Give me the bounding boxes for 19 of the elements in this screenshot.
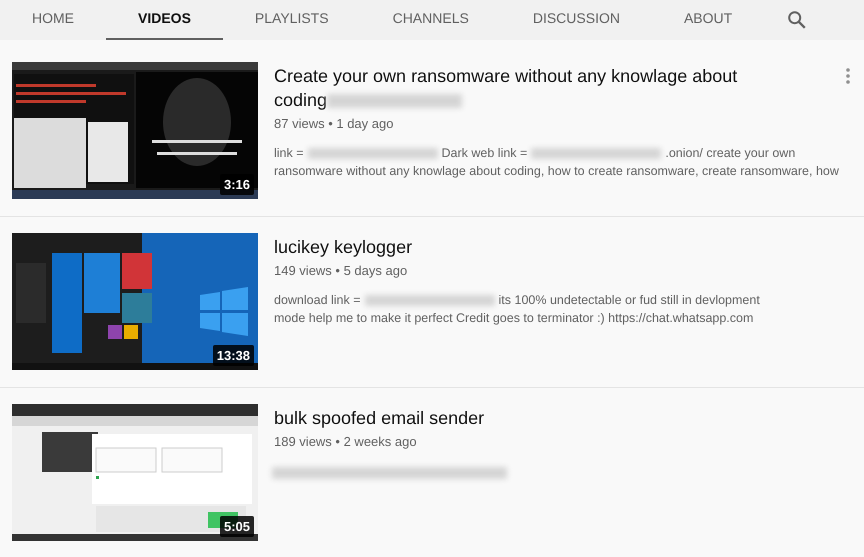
tab[interactable]: ABOUT [652,0,764,40]
video-meta: 87 views • 1 day ago [274,115,394,133]
description-line: ransomware without any knowlage about coding, how to create ransomware, create ransomware, how [274,162,840,180]
description-line: mode help me to make it perfect Credit goes to terminator :) https://chat.whatsapp.com [274,310,754,326]
description-line: download link = its 100% undetectable or fud still in devlopment [274,292,761,308]
tab[interactable]: PLAYLISTS [222,0,361,40]
tab[interactable]: CHANNELS [360,0,501,40]
video-title[interactable]: Create your own ransomware without any knowlage about coding [274,64,774,112]
description-line: link = Dark web link = .onion/ create your own [274,144,796,162]
tab[interactable]: DISCUSSION [500,0,652,40]
video-title[interactable]: bulk spoofed email sender [274,406,774,430]
tab[interactable]: HOME [0,0,106,40]
video-title[interactable]: lucikey keylogger [274,235,774,259]
tab[interactable]: VIDEOS [106,0,223,40]
duration-label: 3:16 [220,174,254,195]
duration-label: 5:05 [220,516,254,537]
video-meta: 149 views • 5 days ago [274,262,408,280]
video-meta: 189 views • 2 weeks ago [274,433,418,451]
duration-label: 13:38 [212,344,254,366]
